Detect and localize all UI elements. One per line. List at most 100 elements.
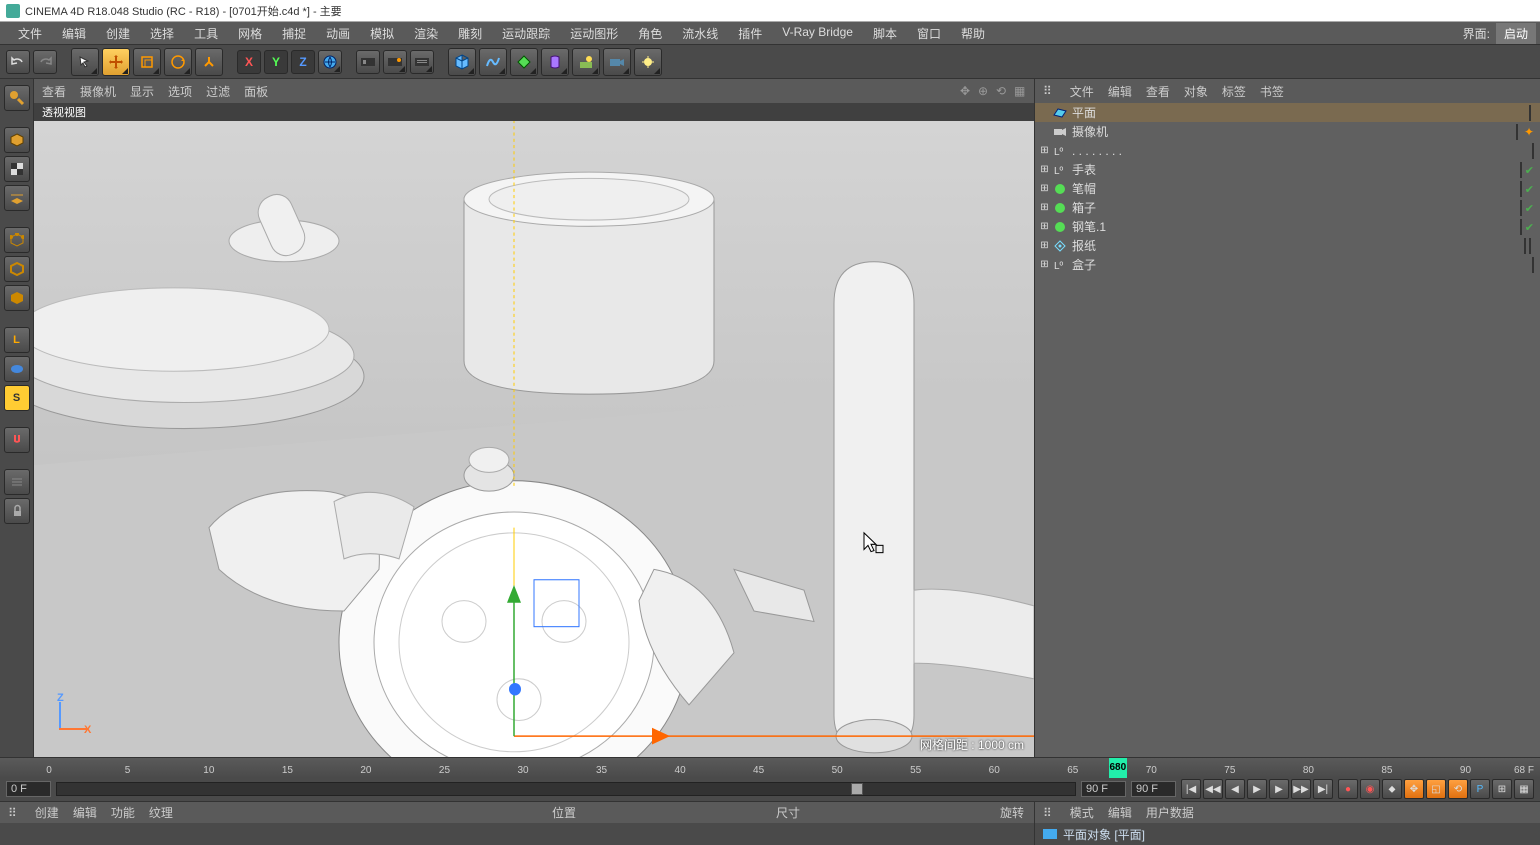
prev-frame[interactable]: ◀ — [1225, 779, 1245, 799]
tweak-mode[interactable] — [4, 356, 30, 382]
render-view[interactable] — [356, 50, 380, 74]
key-scale[interactable]: ◱ — [1426, 779, 1446, 799]
menu-捕捉[interactable]: 捕捉 — [272, 22, 316, 45]
workplane-mode[interactable] — [4, 185, 30, 211]
tree-item-箱子[interactable]: ⊞箱子✔ — [1035, 198, 1540, 217]
snap-toggle[interactable] — [4, 427, 30, 453]
expander-icon[interactable]: ⊞ — [1039, 259, 1050, 270]
rotate-tool[interactable] — [164, 48, 192, 76]
frame-start[interactable]: 0 F — [6, 781, 51, 797]
material-tab-创建[interactable]: 创建 — [35, 804, 59, 821]
menu-网格[interactable]: 网格 — [228, 22, 272, 45]
tag-check[interactable]: ✔ — [1525, 163, 1534, 177]
menu-帮助[interactable]: 帮助 — [951, 22, 995, 45]
record-key[interactable]: ● — [1338, 779, 1358, 799]
expander-icon[interactable]: ⊞ — [1039, 202, 1050, 213]
x-lock[interactable]: X — [237, 50, 261, 74]
menu-编辑[interactable]: 编辑 — [52, 22, 96, 45]
menu-运动图形[interactable]: 运动图形 — [560, 22, 628, 45]
make-editable[interactable] — [4, 85, 30, 111]
viewport-3d[interactable]: 网格间距 : 1000 cm Z X — [34, 121, 1034, 757]
frame-end-left[interactable]: 90 F — [1081, 781, 1126, 797]
coord-system[interactable] — [318, 50, 342, 74]
next-key[interactable]: ▶▶ — [1291, 779, 1311, 799]
tag-crosshair[interactable]: ✦ — [1524, 125, 1534, 139]
next-frame[interactable]: ▶ — [1269, 779, 1289, 799]
material-tab-编辑[interactable]: 编辑 — [73, 804, 97, 821]
tag-box[interactable] — [1520, 163, 1522, 177]
obj-menu-标签[interactable]: 标签 — [1222, 83, 1246, 100]
axis-mode[interactable]: L — [4, 327, 30, 353]
menu-渲染[interactable]: 渲染 — [404, 22, 448, 45]
z-lock[interactable]: Z — [291, 50, 315, 74]
tree-item-. . . . . . . .[interactable]: ⊞Lº. . . . . . . . — [1035, 141, 1540, 160]
last-tool[interactable] — [195, 48, 223, 76]
viewport-menu-面板[interactable]: 面板 — [244, 83, 268, 100]
menu-动画[interactable]: 动画 — [316, 22, 360, 45]
key-param[interactable]: P — [1470, 779, 1490, 799]
expander-icon[interactable] — [1039, 107, 1050, 118]
viewport-nav-move[interactable]: ✥ — [960, 84, 974, 98]
tag-box[interactable] — [1529, 106, 1531, 120]
menu-角色[interactable]: 角色 — [628, 22, 672, 45]
object-tree[interactable]: 平面摄像机✦⊞Lº. . . . . . . .⊞Lº手表✔⊞笔帽✔⊞箱子✔⊞钢… — [1035, 103, 1540, 757]
menu-V-Ray Bridge[interactable]: V-Ray Bridge — [772, 22, 863, 45]
timeline-ruler[interactable]: 680 68 F 0510152025303540455055606570758… — [0, 758, 1540, 778]
add-spline[interactable] — [479, 48, 507, 76]
menu-脚本[interactable]: 脚本 — [863, 22, 907, 45]
move-tool[interactable] — [102, 48, 130, 76]
obj-menu-查看[interactable]: 查看 — [1146, 83, 1170, 100]
obj-menu-文件[interactable]: 文件 — [1070, 83, 1094, 100]
tag-checker[interactable] — [1529, 239, 1531, 253]
viewport-nav-toggle[interactable]: ▦ — [1014, 84, 1028, 98]
key-pos[interactable]: ✥ — [1404, 779, 1424, 799]
attr-menu-模式[interactable]: 模式 — [1070, 804, 1094, 821]
expander-icon[interactable]: ⊞ — [1039, 145, 1050, 156]
obj-menu-对象[interactable]: 对象 — [1184, 83, 1208, 100]
attr-menu-用户数据[interactable]: 用户数据 — [1146, 804, 1194, 821]
material-tab-纹理[interactable]: 纹理 — [149, 804, 173, 821]
select-tool[interactable] — [71, 48, 99, 76]
attr-menu-编辑[interactable]: 编辑 — [1108, 804, 1132, 821]
interface-value[interactable]: 启动 — [1496, 23, 1536, 44]
tag-check[interactable]: ✔ — [1525, 201, 1534, 215]
tag-check[interactable]: ✔ — [1525, 220, 1534, 234]
goto-end[interactable]: ▶| — [1313, 779, 1333, 799]
render-pv[interactable] — [383, 50, 407, 74]
viewport-menu-过滤[interactable]: 过滤 — [206, 83, 230, 100]
add-camera[interactable] — [603, 48, 631, 76]
tag-box[interactable] — [1524, 239, 1526, 253]
menu-工具[interactable]: 工具 — [184, 22, 228, 45]
timeline-current-frame[interactable]: 680 — [1109, 758, 1127, 778]
tree-item-盒子[interactable]: ⊞Lº盒子 — [1035, 255, 1540, 274]
obj-menu-书签[interactable]: 书签 — [1260, 83, 1284, 100]
scale-tool[interactable] — [133, 48, 161, 76]
redo-button[interactable] — [33, 50, 57, 74]
tag-box[interactable] — [1532, 144, 1534, 158]
menu-选择[interactable]: 选择 — [140, 22, 184, 45]
menu-插件[interactable]: 插件 — [728, 22, 772, 45]
tree-item-平面[interactable]: 平面 — [1035, 103, 1540, 122]
tag-box[interactable] — [1520, 201, 1522, 215]
viewport-solo[interactable]: S — [4, 385, 30, 411]
menu-运动跟踪[interactable]: 运动跟踪 — [492, 22, 560, 45]
timeline-range-slider[interactable] — [56, 782, 1076, 796]
menu-窗口[interactable]: 窗口 — [907, 22, 951, 45]
points-mode[interactable] — [4, 227, 30, 253]
viewport-menu-显示[interactable]: 显示 — [130, 83, 154, 100]
prev-key[interactable]: ◀◀ — [1203, 779, 1223, 799]
tag-check[interactable]: ✔ — [1525, 182, 1534, 196]
viewport-menu-查看[interactable]: 查看 — [42, 83, 66, 100]
expander-icon[interactable]: ⊞ — [1039, 221, 1050, 232]
frame-end-right[interactable]: 90 F — [1131, 781, 1176, 797]
add-generator[interactable] — [510, 48, 538, 76]
tag-box[interactable] — [1520, 182, 1522, 196]
key-opts[interactable]: ▦ — [1514, 779, 1534, 799]
model-mode[interactable] — [4, 127, 30, 153]
expander-icon[interactable] — [1039, 126, 1050, 137]
key-pla[interactable]: ⊞ — [1492, 779, 1512, 799]
menu-模拟[interactable]: 模拟 — [360, 22, 404, 45]
lock-mode[interactable] — [4, 498, 30, 524]
tree-item-钢笔.1[interactable]: ⊞钢笔.1✔ — [1035, 217, 1540, 236]
material-tab-功能[interactable]: 功能 — [111, 804, 135, 821]
